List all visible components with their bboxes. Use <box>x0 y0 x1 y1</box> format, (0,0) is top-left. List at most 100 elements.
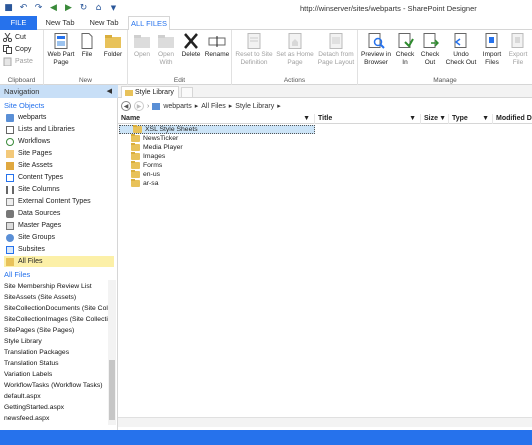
nav-item-content-types[interactable]: Content Types <box>6 172 114 183</box>
nav-item-site-assets[interactable]: Site Assets <box>6 160 114 171</box>
table-row[interactable]: Media Player <box>118 143 318 152</box>
forward-icon[interactable]: ▶ <box>63 3 74 14</box>
quick-access-toolbar: ■ ↶ ↷ ◀ ▶ ↻ ⌂ ▼ <box>3 2 119 14</box>
tab-new-2[interactable]: New Tab <box>83 16 125 30</box>
export-icon <box>509 33 527 49</box>
check-in-button[interactable]: Check In <box>394 33 416 66</box>
detach-icon <box>327 33 345 49</box>
open-button[interactable]: Open <box>131 33 153 59</box>
nav-item-external-content-types[interactable]: External Content Types <box>6 196 114 207</box>
table-row[interactable]: NewsTicker <box>118 134 318 143</box>
nav-item-all-files[interactable]: All Files <box>4 256 114 267</box>
refresh-icon[interactable]: ↻ <box>78 3 89 14</box>
nav-item-webparts[interactable]: webparts <box>6 112 114 123</box>
open-folder-icon <box>133 33 151 49</box>
save-icon[interactable]: ■ <box>3 3 14 14</box>
copy-icon <box>3 45 12 54</box>
list-item[interactable]: Variation Labels <box>4 370 108 379</box>
new-file-button[interactable]: File <box>78 33 96 59</box>
home-icon <box>152 102 161 110</box>
collapse-pane-icon[interactable]: ◀ <box>107 85 112 98</box>
filter-icon[interactable]: ▼ <box>303 114 310 124</box>
list-item[interactable]: Translation Packages <box>4 348 108 357</box>
table-row[interactable]: ar-sa <box>118 179 318 188</box>
breadcrumb-webparts[interactable]: webparts <box>163 103 191 110</box>
site-objects-heading[interactable]: Site Objects <box>4 101 44 110</box>
cut-button[interactable]: Cut <box>2 32 26 43</box>
back-icon[interactable]: ◀ <box>48 3 59 14</box>
open-with-button[interactable]: Open With <box>154 33 178 66</box>
list-item[interactable]: SiteAssets (Site Assets) <box>4 293 108 302</box>
forward-arrow-icon[interactable]: ▶ <box>134 101 144 111</box>
tab-all-files[interactable]: ALL FILES <box>128 16 170 31</box>
list-item[interactable]: newsfeed.aspx <box>4 414 108 423</box>
web-part-page-button[interactable]: Web Part Page <box>46 33 76 66</box>
check-out-button[interactable]: Check Out <box>418 33 442 66</box>
list-item[interactable]: SitePages (Site Pages) <box>4 326 108 335</box>
table-row[interactable]: Images <box>118 152 318 161</box>
folder-icon <box>131 143 140 151</box>
nav-item-site-groups[interactable]: Site Groups <box>6 232 114 243</box>
breadcrumb-all-files[interactable]: All Files <box>201 103 226 110</box>
nav-item-site-pages[interactable]: Site Pages <box>6 148 114 159</box>
list-icon <box>6 125 14 134</box>
table-row[interactable]: en-us <box>118 170 318 179</box>
new-folder-button[interactable]: Folder <box>100 33 126 59</box>
redo-icon[interactable]: ↷ <box>33 3 44 14</box>
tab-new-1[interactable]: New Tab <box>39 16 81 30</box>
home-icon[interactable]: ⌂ <box>93 3 104 14</box>
import-files-button[interactable]: Import Files <box>480 33 504 66</box>
column-name[interactable]: Name ▼ <box>118 114 315 124</box>
list-item[interactable]: GettingStarted.aspx <box>4 403 108 412</box>
column-title[interactable]: Title ▼ <box>315 114 421 124</box>
breadcrumb-style-library[interactable]: Style Library <box>235 103 274 110</box>
table-row[interactable]: XSL Style Sheets <box>119 125 315 134</box>
delete-button[interactable]: Delete <box>180 33 202 59</box>
edit-group-label: Edit <box>173 77 186 84</box>
breadcrumb-separator: ▸ <box>194 103 199 110</box>
list-item[interactable]: SiteCollectionImages (Site Collectio <box>4 315 108 324</box>
detach-from-page-layout-button[interactable]: Detach from Page Layout <box>316 33 356 66</box>
list-item[interactable]: WorkflowTasks (Workflow Tasks) <box>4 381 108 390</box>
list-item[interactable]: Translation Status <box>4 359 108 368</box>
filter-icon[interactable]: ▼ <box>409 114 416 124</box>
back-arrow-icon[interactable]: ◀ <box>121 101 131 111</box>
reset-to-site-definition-button[interactable]: Reset to Site Definition <box>234 33 274 66</box>
horizontal-scrollbar[interactable] <box>118 417 532 427</box>
document-tabs: Style Library <box>118 85 532 98</box>
column-size[interactable]: Size ▼ <box>421 114 449 124</box>
home-page-icon <box>286 33 304 49</box>
filter-icon[interactable]: ▼ <box>439 114 446 124</box>
column-type[interactable]: Type ▼ <box>449 114 493 124</box>
copy-button[interactable]: Copy <box>3 44 31 55</box>
paste-button[interactable]: Paste <box>3 56 33 67</box>
table-row[interactable]: Forms <box>118 161 318 170</box>
filter-icon[interactable]: ▼ <box>482 114 489 124</box>
nav-item-master-pages[interactable]: Master Pages <box>6 220 114 231</box>
nav-item-subsites[interactable]: Subsites <box>6 244 114 255</box>
set-as-home-page-button[interactable]: Set as Home Page <box>276 33 314 66</box>
list-item[interactable]: Site Membership Review List <box>4 282 108 291</box>
all-files-heading[interactable]: All Files <box>4 270 30 279</box>
undo-check-out-button[interactable]: Undo Check Out <box>444 33 478 66</box>
undo-icon[interactable]: ↶ <box>18 3 29 14</box>
column-headers: Name ▼ Title ▼ Size ▼ Type ▼ Modified D <box>118 113 532 124</box>
column-modified-date[interactable]: Modified D <box>493 114 532 124</box>
nav-item-workflows[interactable]: Workflows <box>6 136 114 147</box>
list-item[interactable]: SiteCollectionDocuments (Site Colle <box>4 304 108 313</box>
tab-style-library[interactable]: Style Library <box>121 86 179 98</box>
more-icon[interactable]: ▼ <box>108 3 119 14</box>
list-item[interactable]: Style Library <box>4 337 108 346</box>
navigation-header: Navigation ◀ <box>0 85 118 98</box>
export-file-button[interactable]: Export File <box>506 33 530 66</box>
nav-item-lists-and-libraries[interactable]: Lists and Libraries <box>6 124 114 135</box>
nav-item-data-sources[interactable]: Data Sources <box>6 208 114 219</box>
folder-icon <box>131 134 140 142</box>
new-tab-button[interactable] <box>181 87 193 98</box>
tab-file[interactable]: FILE <box>0 16 37 30</box>
list-item[interactable]: default.aspx <box>4 392 108 401</box>
rename-button[interactable]: Rename <box>204 33 230 59</box>
preview-in-browser-button[interactable]: Preview in Browser <box>360 33 392 66</box>
nav-item-site-columns[interactable]: Site Columns <box>6 184 114 195</box>
nav-scrollbar-thumb[interactable] <box>109 360 115 420</box>
